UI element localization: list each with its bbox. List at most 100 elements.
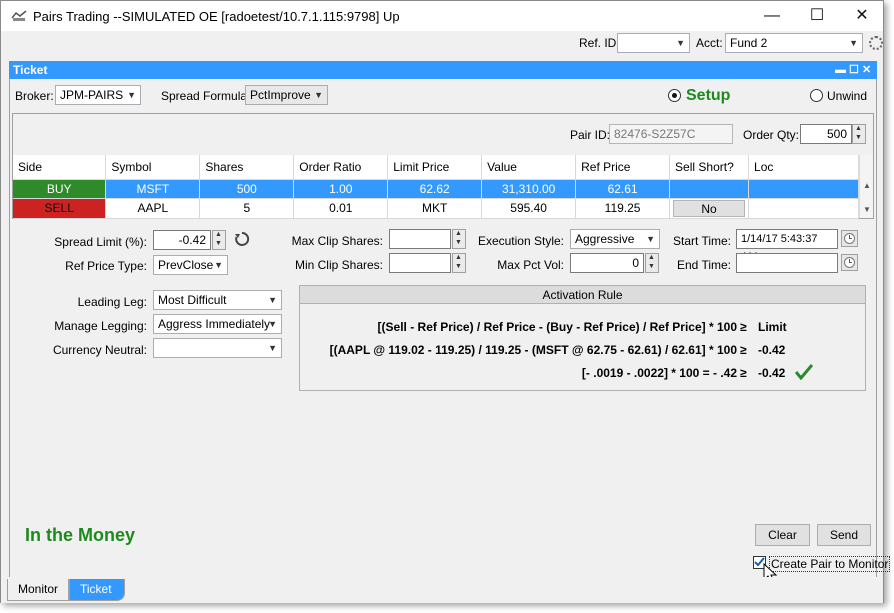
order-qty-stepper[interactable] [852, 124, 866, 144]
pair-id-field: 82476-S2Z57C [609, 124, 733, 144]
ref-price-cell: 62.61 [575, 179, 671, 199]
maximize-button[interactable]: ☐ [802, 5, 832, 27]
setup-radio[interactable] [668, 89, 681, 102]
chevron-down-icon: ▼ [268, 295, 277, 305]
loc-cell[interactable] [748, 179, 859, 199]
ref-id-select[interactable]: ▼ [617, 33, 690, 53]
chevron-down-icon: ▼ [127, 90, 136, 100]
max-pct-vol-stepper[interactable] [645, 253, 659, 273]
chevron-up-icon[interactable]: ▲ [863, 181, 871, 190]
start-time-label: Start Time: [672, 234, 731, 248]
order-ratio-cell[interactable]: 1.00 [293, 179, 389, 199]
order-qty-input[interactable]: 500 [800, 124, 852, 144]
spread-limit-stepper[interactable] [212, 230, 226, 250]
refresh-icon[interactable] [234, 231, 250, 249]
clock-icon[interactable] [841, 230, 858, 247]
manage-legging-label: Manage Legging: [54, 319, 147, 333]
tab-monitor[interactable]: Monitor [7, 579, 70, 601]
activation-line3-rhs: -0.42 [758, 366, 786, 380]
manage-legging-value: Aggress Immediately [158, 317, 271, 331]
acct-label: Acct: [696, 36, 723, 50]
currency-neutral-select[interactable]: ▼ [153, 338, 282, 358]
exec-style-label: Execution Style: [477, 234, 564, 248]
activation-line2-op: ≥ [740, 343, 747, 357]
start-time-input[interactable]: 1/14/17 5:43:37 AM [736, 229, 838, 263]
title-bar: Pairs Trading --SIMULATED OE [radoetest/… [1, 1, 883, 31]
chevron-down-icon[interactable]: ▼ [863, 205, 871, 214]
manage-legging-select[interactable]: Aggress Immediately ▼ [153, 314, 282, 334]
sell-short-cell[interactable] [669, 179, 750, 199]
leading-leg-select[interactable]: Most Difficult ▼ [153, 290, 282, 310]
column-header[interactable]: Ref Price [575, 155, 671, 180]
close-button[interactable]: ✕ [847, 5, 877, 27]
pair-id-label: Pair ID: [570, 128, 611, 142]
gear-icon[interactable] [869, 36, 883, 50]
exec-style-value: Aggressive [575, 232, 635, 246]
activation-line3-op: ≥ [740, 366, 747, 380]
max-clip-stepper[interactable] [452, 229, 466, 249]
panel-title: Ticket [13, 63, 48, 77]
max-pct-vol-input[interactable]: 0 [570, 253, 644, 273]
setup-radio-label: Setup [686, 87, 731, 104]
ref-price-type-select[interactable]: PrevClose ▼ [153, 255, 228, 275]
spread-formula-select[interactable]: PctImprove ▼ [245, 85, 328, 105]
clear-button[interactable]: Clear [755, 524, 810, 546]
spread-formula-value: PctImprove [250, 88, 311, 102]
clock-icon[interactable] [841, 254, 858, 271]
tab-ticket[interactable]: Ticket [69, 579, 125, 601]
create-pair-label[interactable]: Create Pair to Monitor [769, 556, 891, 572]
unwind-radio[interactable] [810, 89, 823, 102]
sell-short-cell: No [669, 198, 750, 219]
table-row[interactable]: BUY MSFT 500 1.00 62.62 31,310.00 62.61 [13, 179, 859, 199]
chevron-down-icon: ▼ [268, 343, 277, 353]
main-window: Pairs Trading --SIMULATED OE [radoetest/… [0, 0, 891, 603]
ref-id-label: Ref. ID: [579, 36, 620, 50]
send-button[interactable]: Send [817, 524, 871, 546]
column-header[interactable]: Symbol [105, 155, 201, 180]
minimize-button[interactable]: — [757, 5, 787, 27]
broker-select[interactable]: JPM-PAIRS ▼ [55, 85, 141, 105]
acct-select[interactable]: Fund 2 ▼ [725, 33, 863, 53]
currency-neutral-label: Currency Neutral: [52, 343, 147, 357]
value-cell: 31,310.00 [481, 179, 577, 199]
loc-cell[interactable] [748, 198, 859, 219]
table-row[interactable]: SELL AAPL 5 0.01 MKT 595.40 119.25 No [13, 198, 859, 219]
limit-price-cell[interactable]: 62.62 [387, 179, 483, 199]
end-time-label: End Time: [676, 258, 731, 272]
symbol-cell[interactable]: AAPL [105, 198, 201, 219]
table-scrollbar[interactable]: ▲ ▼ [859, 155, 873, 218]
column-header[interactable]: Value [481, 155, 577, 180]
limit-price-cell[interactable]: MKT [387, 198, 483, 219]
activation-line2-expr: [(AAPL @ 119.02 - 119.25) / 119.25 - (MS… [329, 343, 737, 357]
panel-window-controls[interactable]: ▬ ☐ ✕ [835, 61, 871, 79]
order-qty-label: Order Qty: [743, 128, 800, 142]
side-cell[interactable]: BUY [13, 179, 107, 199]
min-clip-stepper[interactable] [452, 253, 466, 273]
ref-bar: Ref. ID: ▼ Acct: Fund 2 ▼ [1, 31, 883, 55]
column-header[interactable]: Loc [748, 155, 859, 180]
column-header[interactable]: Order Ratio [293, 155, 389, 180]
shares-cell[interactable]: 500 [199, 179, 295, 199]
chevron-down-icon: ▼ [646, 234, 655, 244]
activation-line1-op: ≥ [740, 320, 747, 334]
sell-short-button[interactable]: No [673, 199, 746, 217]
max-clip-input[interactable] [389, 229, 451, 249]
order-ratio-cell[interactable]: 0.01 [293, 198, 389, 219]
column-header[interactable]: Side [13, 155, 107, 180]
status-label: In the Money [25, 525, 136, 545]
chevron-down-icon: ▼ [214, 260, 223, 270]
broker-label: Broker: [15, 89, 54, 103]
activation-line1-rhs: Limit [758, 320, 787, 334]
spread-limit-input[interactable]: -0.42 [153, 230, 211, 250]
end-time-input[interactable] [736, 253, 838, 273]
activation-rule-panel: Activation Rule [(Sell - Ref Price) / Re… [299, 285, 866, 391]
column-header[interactable]: Sell Short? [669, 155, 750, 180]
ref-price-type-value: PrevClose [158, 258, 214, 272]
symbol-cell[interactable]: MSFT [105, 179, 201, 199]
side-cell[interactable]: SELL [13, 198, 107, 219]
exec-style-select[interactable]: Aggressive ▼ [570, 229, 660, 249]
column-header[interactable]: Shares [199, 155, 295, 180]
shares-cell[interactable]: 5 [199, 198, 295, 219]
min-clip-input[interactable] [389, 253, 451, 273]
column-header[interactable]: Limit Price [387, 155, 483, 180]
